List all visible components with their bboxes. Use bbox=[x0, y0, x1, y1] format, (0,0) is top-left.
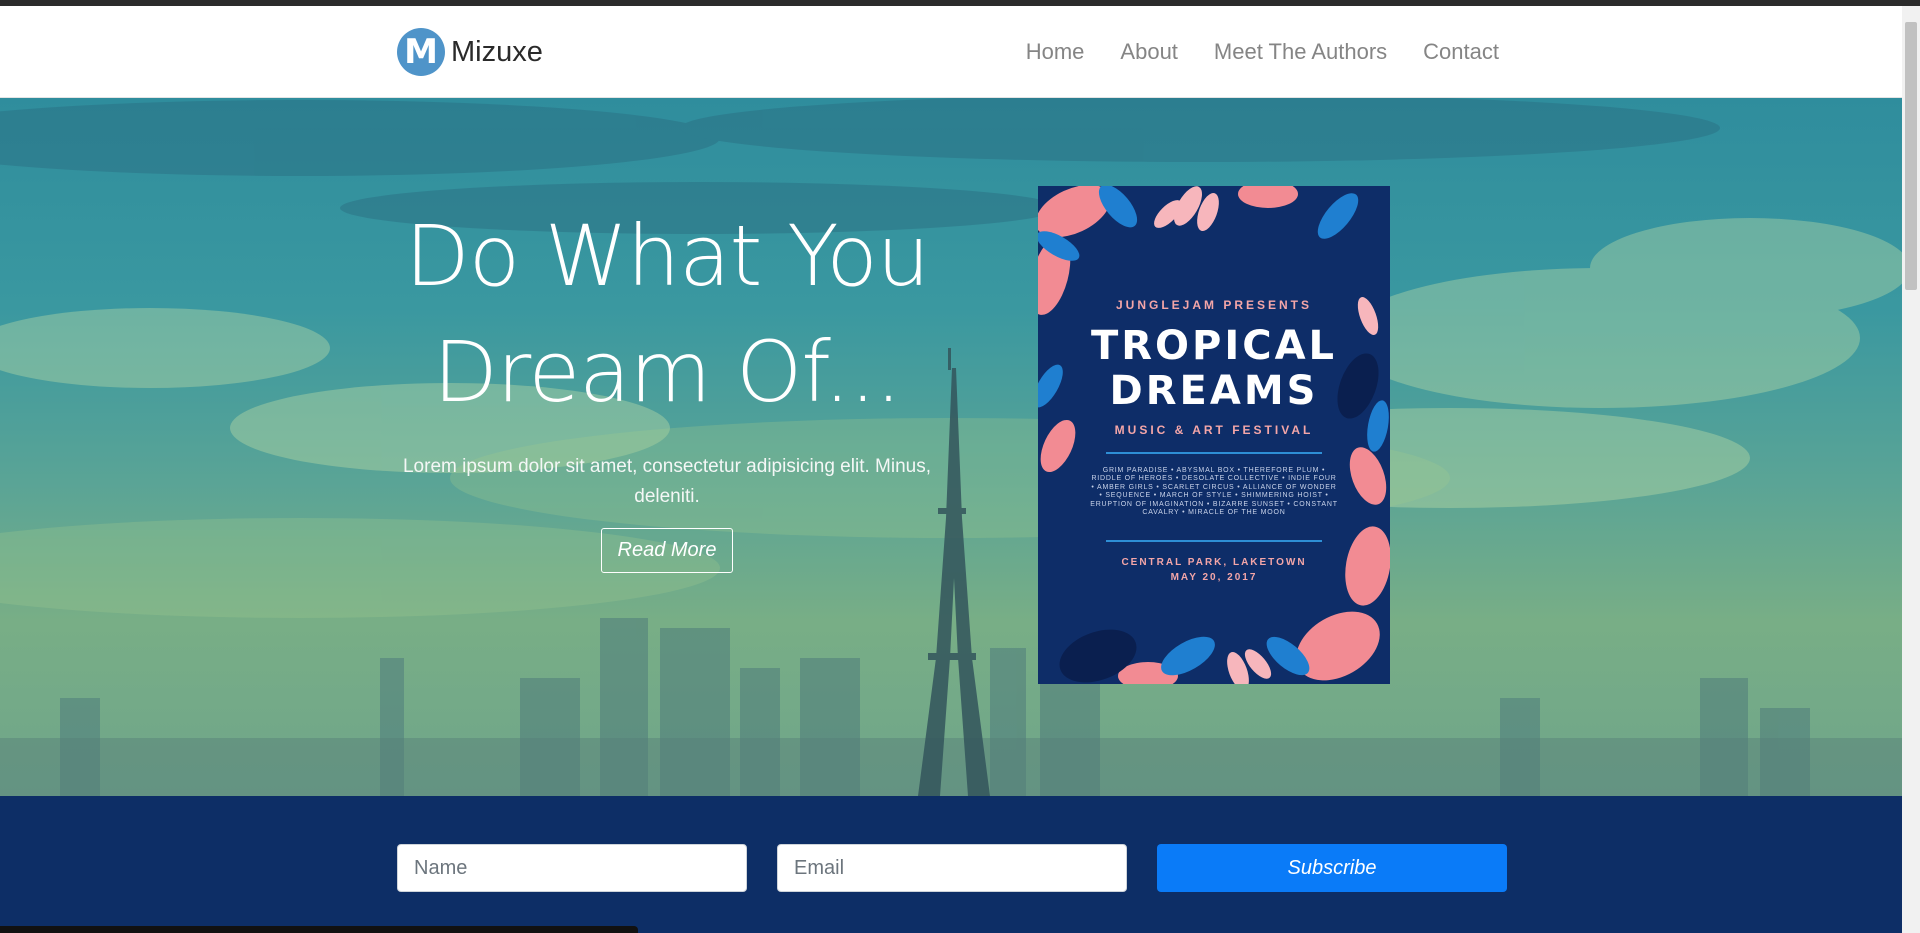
logo-icon: M bbox=[397, 28, 445, 76]
nav-link-about[interactable]: About bbox=[1120, 39, 1178, 65]
festival-poster: JUNGLEJAM PRESENTS TROPICAL DREAMS MUSIC… bbox=[1038, 186, 1390, 684]
page-scrollbar[interactable] bbox=[1902, 6, 1920, 933]
poster-divider-bottom bbox=[1106, 540, 1322, 542]
poster-subtitle: MUSIC & ART FESTIVAL bbox=[1114, 423, 1314, 437]
navbar: M Mizuxe Home About Meet The Authors Con… bbox=[0, 6, 1902, 98]
hero-text: Do What You Dream Of... Lorem ipsum dolo… bbox=[397, 198, 937, 573]
poster-date: MAY 20, 2017 bbox=[1170, 572, 1258, 583]
poster-title: TROPICAL DREAMS bbox=[1038, 324, 1390, 414]
nav-link-contact[interactable]: Contact bbox=[1423, 39, 1499, 65]
nav-links: Home About Meet The Authors Contact bbox=[1026, 39, 1499, 65]
hero-section: Do What You Dream Of... Lorem ipsum dolo… bbox=[0, 98, 1902, 796]
hero-background-image bbox=[0, 98, 1902, 796]
poster-title-line2: DREAMS bbox=[1109, 368, 1319, 414]
hero-subtitle: Lorem ipsum dolor sit amet, consectetur … bbox=[402, 456, 931, 507]
nav-link-meet-the-authors[interactable]: Meet The Authors bbox=[1214, 39, 1387, 65]
poster-venue: CENTRAL PARK, LAKETOWN bbox=[1121, 557, 1307, 568]
brand-name: Mizuxe bbox=[451, 35, 543, 68]
poster-lineup: GRIM PARADISE • ABYSMAL BOX • THEREFORE … bbox=[1090, 467, 1338, 517]
nav-link-home[interactable]: Home bbox=[1026, 39, 1085, 65]
hero-title-line1: Do What You bbox=[405, 207, 930, 305]
subscribe-button[interactable]: Subscribe bbox=[1157, 844, 1507, 892]
hero-title: Do What You Dream Of... bbox=[397, 198, 937, 430]
poster-venue-block: CENTRAL PARK, LAKETOWN MAY 20, 2017 bbox=[1038, 555, 1390, 585]
subscribe-section: Subscribe bbox=[0, 796, 1902, 933]
poster-title-line1: TROPICAL bbox=[1090, 323, 1338, 369]
email-input[interactable] bbox=[777, 844, 1127, 892]
poster-divider-top bbox=[1106, 452, 1322, 454]
hero-title-line2: Dream Of... bbox=[433, 323, 902, 421]
brand[interactable]: M Mizuxe bbox=[397, 27, 543, 77]
read-more-button[interactable]: Read More bbox=[600, 528, 734, 573]
browser-status-bar bbox=[0, 926, 638, 933]
name-input[interactable] bbox=[397, 844, 747, 892]
poster-presents: JUNGLEJAM PRESENTS bbox=[1115, 298, 1313, 312]
scrollbar-thumb[interactable] bbox=[1905, 22, 1917, 290]
